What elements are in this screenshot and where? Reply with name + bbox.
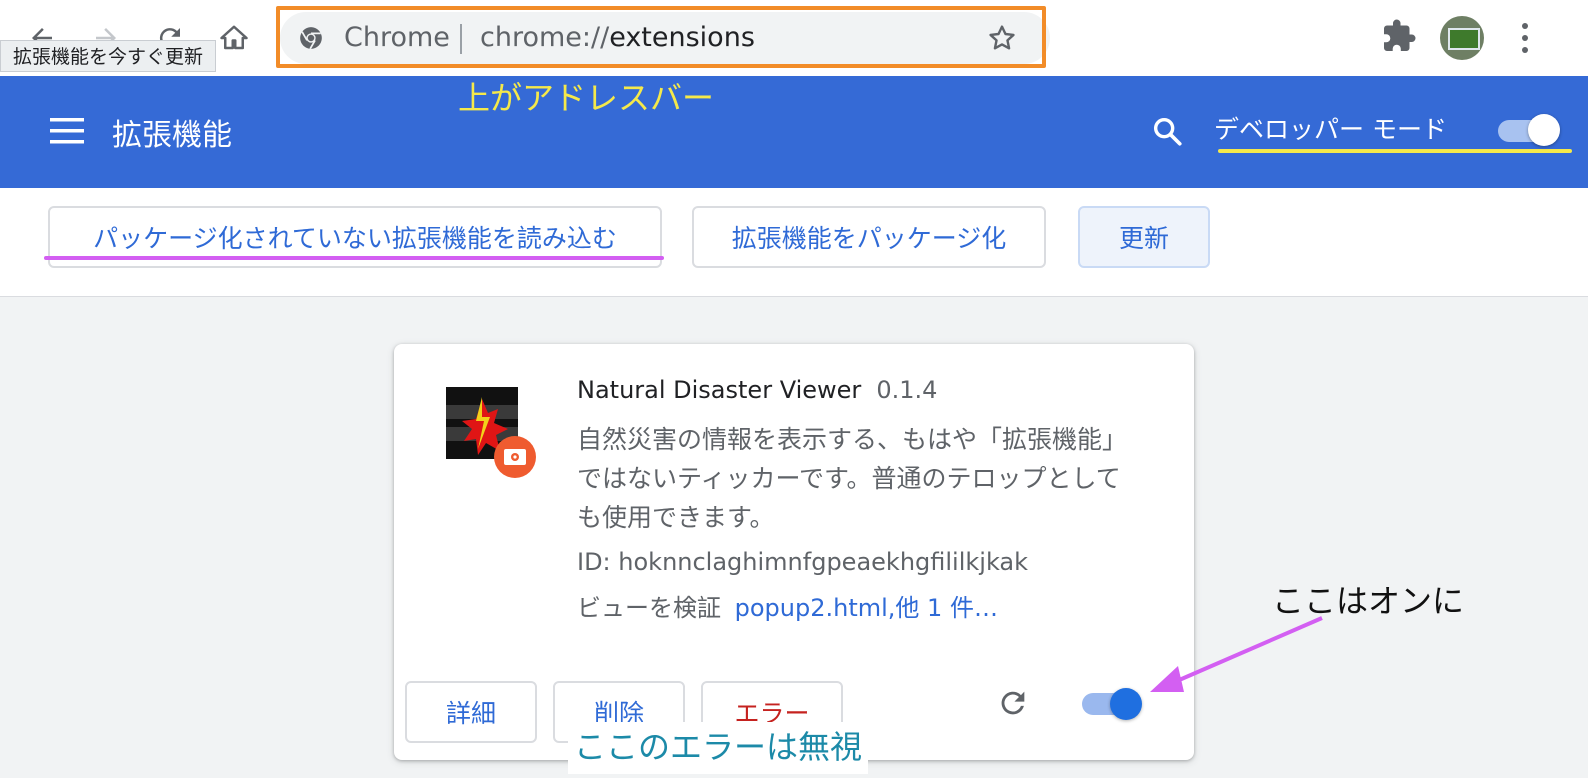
puzzle-extensions-icon[interactable]: [1381, 18, 1417, 58]
annotation-ignore-error: ここのエラーは無視: [568, 722, 869, 774]
extensions-header: 拡張機能 上がアドレスバー デベロッパー モード: [0, 76, 1588, 188]
inspect-views-label: ビューを検証: [577, 594, 721, 622]
developer-mode-label: デベロッパー モード: [1214, 115, 1447, 144]
hamburger-menu-icon[interactable]: [50, 118, 84, 148]
pack-extension-button[interactable]: 拡張機能をパッケージ化: [692, 206, 1046, 268]
update-tooltip: 拡張機能を今すぐ更新: [0, 40, 217, 72]
address-bar-highlight-box: [276, 6, 1046, 68]
load-unpacked-underline: [44, 256, 664, 260]
extension-id: ID: hoknnclaghimnfgpeaekhgfililkjkak: [577, 548, 1029, 576]
home-icon[interactable]: [214, 18, 254, 58]
reload-extension-icon[interactable]: [996, 686, 1030, 724]
annotation-address-bar: 上がアドレスバー: [458, 79, 715, 117]
inspect-views-row: ビューを検証 popup2.html,他 1 件…: [577, 588, 998, 623]
details-button[interactable]: 詳細: [405, 681, 537, 743]
extension-name: Natural Disaster Viewer: [577, 376, 862, 404]
developer-mode-toggle[interactable]: [1498, 114, 1560, 146]
action-bar: パッケージ化されていない拡張機能を読み込む 拡張機能をパッケージ化 更新: [0, 188, 1588, 297]
extension-description: 自然災害の情報を表示する、もはや「拡張機能」ではないティッカーです。普通のテロッ…: [577, 425, 1128, 532]
page-title: 拡張機能: [112, 118, 232, 153]
inspect-views-link[interactable]: popup2.html,他 1 件…: [735, 594, 998, 622]
extension-version: 0.1.4: [876, 376, 938, 404]
dev-mode-badge-icon: [494, 436, 536, 478]
developer-mode-underline: [1218, 149, 1572, 153]
browser-toolbar: 拡張機能を今すぐ更新 Chrome chrome://extensions: [0, 0, 1588, 77]
profile-avatar[interactable]: [1440, 16, 1484, 60]
extension-enabled-toggle[interactable]: [1082, 688, 1144, 720]
extension-title-row: Natural Disaster Viewer 0.1.4: [577, 376, 937, 404]
update-button[interactable]: 更新: [1078, 206, 1210, 268]
search-icon[interactable]: [1150, 114, 1184, 152]
annotation-arrow-icon: [1150, 616, 1323, 692]
extension-card: Natural Disaster Viewer 0.1.4 自然災害の情報を表示…: [394, 344, 1194, 760]
more-menu-icon[interactable]: [1512, 18, 1538, 62]
